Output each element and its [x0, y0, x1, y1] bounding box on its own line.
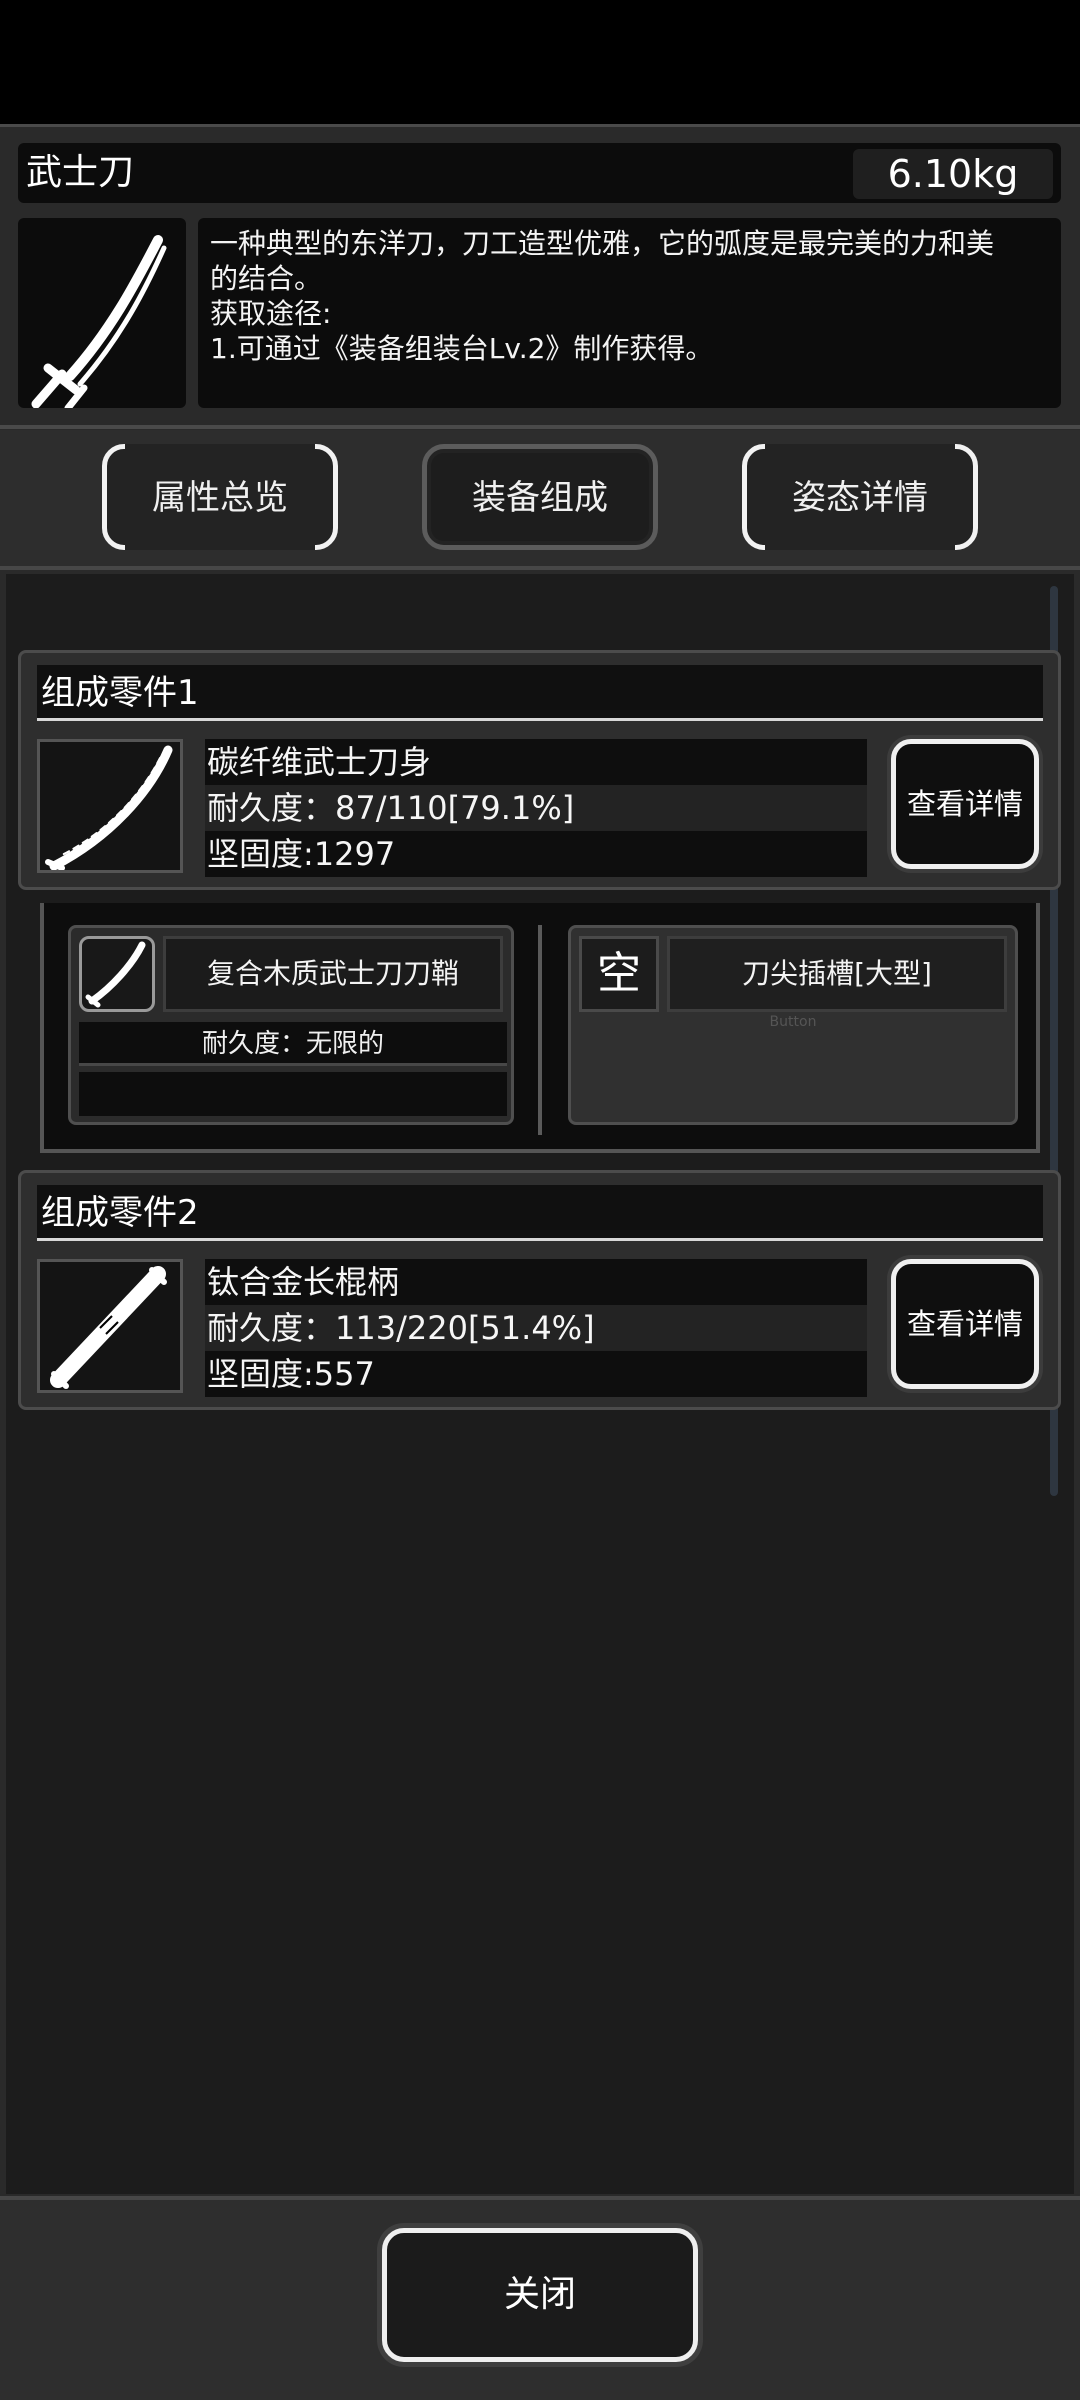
part-card-2: 组成零件2 钛合金长棍柄 耐久度：113/220[51.4%] 坚固度:557 …	[18, 1170, 1061, 1410]
slot-durability: 耐久度：无限的	[79, 1022, 507, 1066]
close-button[interactable]: 关闭	[382, 2228, 698, 2362]
divider	[0, 425, 1080, 429]
item-icon-frame	[18, 218, 186, 412]
slot-divider	[538, 925, 542, 1135]
view-details-button[interactable]: 查看详情	[891, 1259, 1039, 1389]
tab-label: 属性总览	[152, 478, 288, 518]
part-name: 碳纤维武士刀身	[205, 739, 867, 785]
description-line: 1.可通过《装备组装台Lv.2》制作获得。	[210, 332, 714, 365]
slot-name: 复合木质武士刀刀鞘	[163, 936, 503, 1012]
slot-name: 刀尖插槽[大型]	[667, 936, 1007, 1012]
scabbard-icon	[85, 941, 146, 1008]
part-hardness: 坚固度:557	[205, 1351, 867, 1397]
item-title-bar: 武士刀 6.10kg	[18, 143, 1061, 203]
slot-ghost-text: Button	[769, 1014, 817, 1030]
part-name: 钛合金长棍柄	[205, 1259, 867, 1305]
part-durability: 耐久度：87/110[79.1%]	[205, 785, 867, 831]
part-hardness: 坚固度:1297	[205, 831, 867, 877]
item-weight: 6.10kg	[853, 149, 1053, 199]
slot-scabbard[interactable]: 复合木质武士刀刀鞘 耐久度：无限的	[68, 925, 514, 1125]
part-info: 钛合金长棍柄 耐久度：113/220[51.4%] 坚固度:557	[205, 1259, 867, 1397]
tab-label: 装备组成	[472, 478, 608, 518]
tab-attribute-overview[interactable]: 属性总览	[102, 444, 338, 550]
slot-empty-row	[79, 1072, 507, 1116]
tab-equipment-composition[interactable]: 装备组成	[422, 444, 658, 550]
katana-icon	[31, 235, 167, 412]
blade-icon	[45, 745, 173, 871]
tab-bar: 属性总览 装备组成 姿态详情	[0, 430, 1080, 570]
part-card-1: 组成零件1 碳纤维武士刀身 耐久度：87/110[79.1%] 坚固度:1297…	[18, 650, 1061, 890]
slot-icon-frame	[79, 936, 155, 1012]
slot-blade-tip[interactable]: 空 刀尖插槽[大型] Button	[568, 925, 1018, 1125]
part-icon-frame	[37, 739, 183, 873]
part-icon-frame	[37, 1259, 183, 1393]
item-description: 一种典型的东洋刀，刀工造型优雅，它的弧度是最完美的力和美 的结合。 获取途径: …	[198, 218, 1061, 408]
tab-stance-details[interactable]: 姿态详情	[742, 444, 978, 550]
description-line: 获取途径:	[210, 297, 332, 330]
description-line: 一种典型的东洋刀，刀工造型优雅，它的弧度是最完美的力和美	[210, 227, 995, 260]
slot-empty-marker: 空	[579, 936, 659, 1012]
item-name: 武士刀	[26, 152, 135, 193]
part-header: 组成零件2	[37, 1185, 1043, 1241]
part-header: 组成零件1	[37, 665, 1043, 721]
view-details-button[interactable]: 查看详情	[891, 739, 1039, 869]
part-durability: 耐久度：113/220[51.4%]	[205, 1305, 867, 1351]
description-line: 的结合。	[210, 262, 323, 295]
sub-slots-panel: 复合木质武士刀刀鞘 耐久度：无限的 空 刀尖插槽[大型] Button	[40, 903, 1040, 1153]
tab-label: 姿态详情	[792, 478, 928, 518]
handle-icon	[50, 1266, 167, 1389]
part-info: 碳纤维武士刀身 耐久度：87/110[79.1%] 坚固度:1297	[205, 739, 867, 877]
